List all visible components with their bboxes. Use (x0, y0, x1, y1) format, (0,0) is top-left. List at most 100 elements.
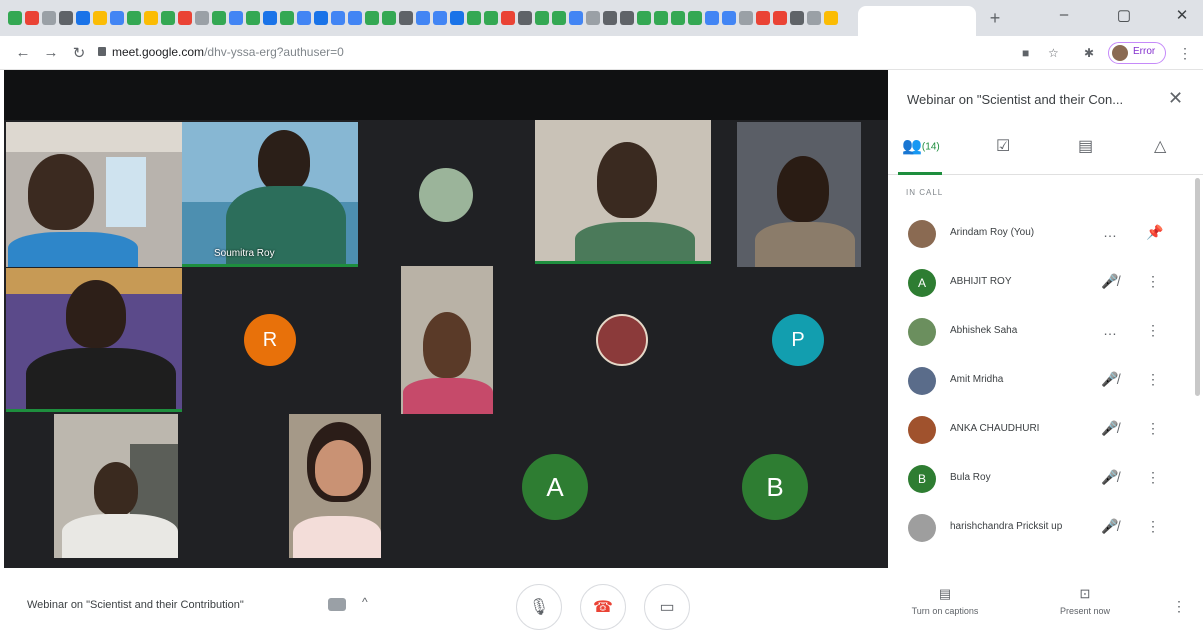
tab-favicon-icon[interactable] (603, 11, 617, 25)
camera-button[interactable]: ▭ (644, 584, 690, 630)
participant-row[interactable]: A ABHIJIT ROY 🎤̸ ⋮ (888, 263, 1198, 303)
pin-icon[interactable]: 📌 (1146, 224, 1163, 241)
tab-favicon-icon[interactable] (8, 11, 22, 25)
info-icon[interactable] (328, 598, 346, 611)
tab-favicon-icon[interactable] (297, 11, 311, 25)
browser-menu-button[interactable]: ⋮ (1178, 45, 1192, 62)
video-tile[interactable]: Soumitra Roy (182, 122, 358, 267)
tab-favicon-icon[interactable] (790, 11, 804, 25)
tab-people[interactable]: 👥(14) (902, 136, 940, 160)
tab-favicon-icon[interactable] (178, 11, 192, 25)
tab-chat[interactable]: ▤ (1078, 136, 1093, 160)
minimize-button[interactable]: – (1046, 6, 1082, 23)
tab-favicon-icon[interactable] (450, 11, 464, 25)
active-browser-tab[interactable] (858, 6, 976, 36)
video-tile[interactable] (737, 122, 861, 267)
maximize-button[interactable]: ▢ (1106, 6, 1142, 24)
video-tile[interactable] (6, 122, 182, 267)
camera-icon[interactable]: ■ (1022, 46, 1029, 60)
participant-row[interactable]: Amit Mridha 🎤̸ ⋮ (888, 361, 1198, 401)
scrollbar[interactable] (1195, 178, 1200, 396)
leave-call-button[interactable]: ☎ (580, 584, 626, 630)
video-tile[interactable] (289, 414, 381, 558)
tab-favicon-icon[interactable] (756, 11, 770, 25)
tab-favicon-icon[interactable] (586, 11, 600, 25)
tab-favicon-icon[interactable] (110, 11, 124, 25)
tab-favicon-icon[interactable] (365, 11, 379, 25)
tab-favicon-icon[interactable] (467, 11, 481, 25)
back-button[interactable]: ← (14, 44, 32, 61)
tab-favicon-icon[interactable] (195, 11, 209, 25)
participant-row[interactable]: ANKA CHAUDHURI 🎤̸ ⋮ (888, 410, 1198, 450)
tab-favicon-icon[interactable] (314, 11, 328, 25)
star-icon[interactable]: ☆ (1048, 46, 1059, 60)
video-tile[interactable] (6, 268, 182, 412)
video-tile[interactable] (535, 120, 711, 264)
meeting-details-toggle[interactable]: ^ (362, 595, 368, 609)
participant-row[interactable]: harishchandra Pricksit up 🎤̸ ⋮ (888, 508, 1198, 548)
tab-activities-shapes[interactable]: △ (1154, 136, 1166, 160)
tab-favicon-icon[interactable] (212, 11, 226, 25)
tab-favicon-icon[interactable] (807, 11, 821, 25)
tab-favicon-icon[interactable] (127, 11, 141, 25)
video-tile[interactable] (54, 414, 178, 558)
participant-row[interactable]: Abhishek Saha … ⋮ (888, 312, 1198, 352)
tab-favicon-icon[interactable] (722, 11, 736, 25)
more-options-icon[interactable]: ⋮ (1146, 469, 1160, 486)
tab-activities[interactable]: ☑ (996, 136, 1010, 160)
tab-favicon-icon[interactable] (229, 11, 243, 25)
more-options-icon[interactable]: ⋮ (1146, 322, 1160, 339)
mic-muted-icon[interactable]: 🎤̸ (1100, 273, 1120, 290)
tab-favicon-icon[interactable] (484, 11, 498, 25)
tab-favicon-icon[interactable] (518, 11, 532, 25)
reload-button[interactable]: ↻ (70, 44, 88, 62)
close-window-button[interactable]: ✕ (1164, 6, 1200, 24)
tab-favicon-icon[interactable] (399, 11, 413, 25)
tab-favicon-icon[interactable] (552, 11, 566, 25)
tab-favicon-icon[interactable] (535, 11, 549, 25)
url-field[interactable]: meet.google.com/dhv-yssa-erg?authuser=0 (112, 45, 344, 59)
tab-favicon-icon[interactable] (42, 11, 56, 25)
tab-favicon-icon[interactable] (671, 11, 685, 25)
tab-favicon-icon[interactable] (433, 11, 447, 25)
more-options-icon[interactable]: ⋮ (1146, 371, 1160, 388)
participant-row[interactable]: Arindam Roy (You) … 📌 (888, 214, 1198, 254)
tab-favicon-icon[interactable] (25, 11, 39, 25)
tab-favicon-icon[interactable] (773, 11, 787, 25)
tab-favicon-icon[interactable] (246, 11, 260, 25)
video-tile[interactable] (401, 266, 493, 414)
close-panel-button[interactable]: ✕ (1168, 88, 1183, 109)
tab-favicon-icon[interactable] (59, 11, 73, 25)
tab-favicon-icon[interactable] (382, 11, 396, 25)
more-options-icon[interactable]: ⋮ (1146, 273, 1160, 290)
tab-favicon-icon[interactable] (654, 11, 668, 25)
tab-favicon-icon[interactable] (637, 11, 651, 25)
present-now-button[interactable]: ⊡ Present now (1040, 586, 1130, 616)
tab-favicon-icon[interactable] (76, 11, 90, 25)
more-options-icon[interactable]: ⋮ (1146, 518, 1160, 535)
tab-favicon-icon[interactable] (739, 11, 753, 25)
mic-muted-icon[interactable]: 🎤̸ (1100, 518, 1120, 535)
mic-muted-icon[interactable]: 🎤̸ (1100, 420, 1120, 437)
microphone-button[interactable]: 🎙 (516, 584, 562, 630)
extensions-icon[interactable]: ✱ (1084, 46, 1094, 60)
tab-favicon-icon[interactable] (263, 11, 277, 25)
mic-muted-icon[interactable]: 🎤̸ (1100, 371, 1120, 388)
audio-level-icon[interactable]: … (1100, 322, 1120, 338)
tab-favicon-icon[interactable] (348, 11, 362, 25)
participant-row[interactable]: B Bula Roy 🎤̸ ⋮ (888, 459, 1198, 499)
tab-favicon-icon[interactable] (705, 11, 719, 25)
mic-muted-icon[interactable]: 🎤̸ (1100, 469, 1120, 486)
tab-favicon-icon[interactable] (331, 11, 345, 25)
more-options-icon[interactable]: ⋮ (1146, 420, 1160, 437)
tab-favicon-icon[interactable] (93, 11, 107, 25)
captions-button[interactable]: ▤ Turn on captions (900, 586, 990, 616)
browser-tabs[interactable] (8, 9, 838, 27)
tab-favicon-icon[interactable] (144, 11, 158, 25)
tab-favicon-icon[interactable] (688, 11, 702, 25)
forward-button[interactable]: → (42, 44, 60, 61)
new-tab-button[interactable]: + (985, 8, 1005, 29)
tab-favicon-icon[interactable] (620, 11, 634, 25)
tab-favicon-icon[interactable] (280, 11, 294, 25)
audio-level-icon[interactable]: … (1100, 224, 1120, 240)
